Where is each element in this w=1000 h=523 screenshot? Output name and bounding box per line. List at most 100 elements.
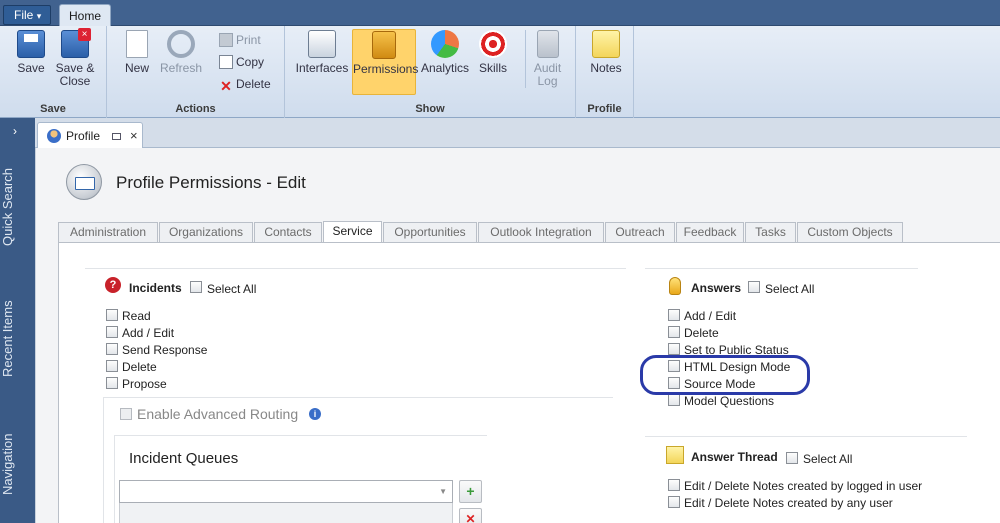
ribbon-group-save: Save × Save & Close Save [0,26,107,118]
incidents-read-checkbox[interactable] [106,309,118,321]
edit-delete-notes-any-user-checkbox[interactable] [668,496,680,508]
refresh-button[interactable]: Refresh [159,30,203,75]
incidents-read-label: Read [122,309,151,323]
enable-advanced-routing-checkbox[interactable] [120,408,132,420]
close-tab-icon[interactable]: × [130,123,138,149]
edit-delete-notes-logged-in-checkbox[interactable] [668,479,680,491]
copy-icon [219,55,233,69]
answer-thread-select-all-label: Select All [803,452,853,466]
target-icon [479,30,507,58]
ribbon-group-profile: Notes Profile [576,26,634,118]
tab-feedback[interactable]: Feedback [676,222,744,242]
highlight-annotation [640,355,810,395]
remove-queue-button[interactable]: ✕ [459,508,482,523]
answer-thread-notes-icon [666,446,684,464]
tab-opportunities[interactable]: Opportunities [383,222,477,242]
edit-delete-notes-any-user-label: Edit / Delete Notes created by any user [684,496,893,510]
answers-section [645,268,918,269]
answers-delete-checkbox[interactable] [668,326,680,338]
save-close-label: Save & [55,61,95,75]
answers-select-all-label: Select All [765,282,815,296]
queue-list [119,503,453,523]
delete-label: Delete [236,77,271,91]
copy-button[interactable]: Copy [219,54,264,70]
incidents-add-edit-checkbox[interactable] [106,326,118,338]
tab-tasks[interactable]: Tasks [745,222,796,242]
float-window-icon[interactable] [112,133,121,140]
analytics-label: Analytics [420,61,470,75]
incidents-send-response-checkbox[interactable] [106,343,118,355]
tab-organizations[interactable]: Organizations [159,222,253,242]
answers-add-edit-checkbox[interactable] [668,309,680,321]
new-button-label: New [124,61,149,75]
answers-select-all-checkbox[interactable] [748,281,760,293]
notes-label: Notes [590,61,622,75]
audit-log-button[interactable]: Audit Log [525,30,565,88]
incidents-send-response-label: Send Response [122,343,208,357]
title-bar: File ▾ Home [0,0,1000,27]
sidebar-item-recent-items[interactable]: Recent Items [0,296,35,382]
file-menu-button[interactable]: File ▾ [3,5,51,25]
incident-queue-dropdown[interactable]: ▼ [119,480,453,503]
permissions-label: Permissions [353,62,419,76]
skills-button[interactable]: Skills [476,30,510,75]
answers-title: Answers [691,281,742,295]
save-and-close-button[interactable]: × Save & Close [53,28,97,88]
incidents-title: Incidents [129,281,182,295]
save-close-label-2: Close [59,74,91,88]
new-document-icon [126,30,148,58]
incidents-propose-checkbox[interactable] [106,377,118,389]
incidents-add-edit-label: Add / Edit [122,326,175,340]
incidents-delete-label: Delete [122,360,157,374]
navigation-sidebar: › Quick Search Recent Items Navigation [0,118,35,523]
notes-icon [592,30,620,58]
sidebar-item-navigation[interactable]: Navigation [0,428,35,500]
page-title: Profile Permissions - Edit [116,173,306,192]
tab-outlook-integration[interactable]: Outlook Integration [478,222,604,242]
incidents-delete-checkbox[interactable] [106,360,118,372]
notes-button[interactable]: Notes [588,30,624,75]
padlock-icon [372,31,396,59]
delete-button[interactable]: ✕ Delete [219,76,271,94]
ribbon-group-label: Show [415,103,445,115]
delete-x-icon: ✕ [220,78,232,94]
tab-service[interactable]: Service [323,221,382,242]
refresh-button-label: Refresh [159,61,203,75]
tab-profile[interactable]: Profile × [37,122,143,149]
permissions-button[interactable]: Permissions [352,29,419,95]
answer-thread-select-all-checkbox[interactable] [786,452,798,464]
floppy-disk-icon [17,30,45,58]
analytics-icon [431,30,459,58]
save-button[interactable]: Save [12,30,50,75]
interfaces-button[interactable]: Interfaces [294,30,350,75]
enable-advanced-routing-label: Enable Advanced Routing [137,406,299,422]
print-button[interactable]: Print [219,32,261,48]
answers-model-questions-label: Model Questions [684,394,775,408]
incidents-select-all-checkbox[interactable] [190,281,202,293]
tab-administration[interactable]: Administration [58,222,158,242]
sidebar-item-quick-search[interactable]: Quick Search [0,162,35,252]
audit-label: Audit [533,61,562,75]
answers-model-questions-checkbox[interactable] [668,394,680,406]
tab-home[interactable]: Home [59,4,111,27]
permissions-panel: ? Incidents Select All Read Add / Edit S… [58,242,1000,523]
expand-sidebar-icon[interactable]: › [13,124,17,138]
main-content: Profile Permissions - Edit Administratio… [35,148,1000,523]
tab-contacts[interactable]: Contacts [254,222,322,242]
new-button[interactable]: New [117,30,157,75]
print-label: Print [236,33,261,47]
incidents-section [85,268,626,269]
analytics-button[interactable]: Analytics [420,30,470,75]
tab-profile-label: Profile [66,129,101,143]
answers-add-edit-label: Add / Edit [684,309,737,323]
interfaces-label: Interfaces [295,61,349,75]
tab-outreach[interactable]: Outreach [605,222,675,242]
answers-set-public-status-checkbox[interactable] [668,343,680,355]
ribbon-group-actions: New Refresh Print Copy ✕ Delete Actions [107,26,285,118]
dropdown-arrow-icon: ▾ [36,11,42,21]
info-icon[interactable]: i [309,408,321,420]
add-queue-button[interactable]: + [459,480,482,503]
profile-person-icon [47,129,61,143]
save-close-icon: × [61,28,91,58]
tab-custom-objects[interactable]: Custom Objects [797,222,903,242]
